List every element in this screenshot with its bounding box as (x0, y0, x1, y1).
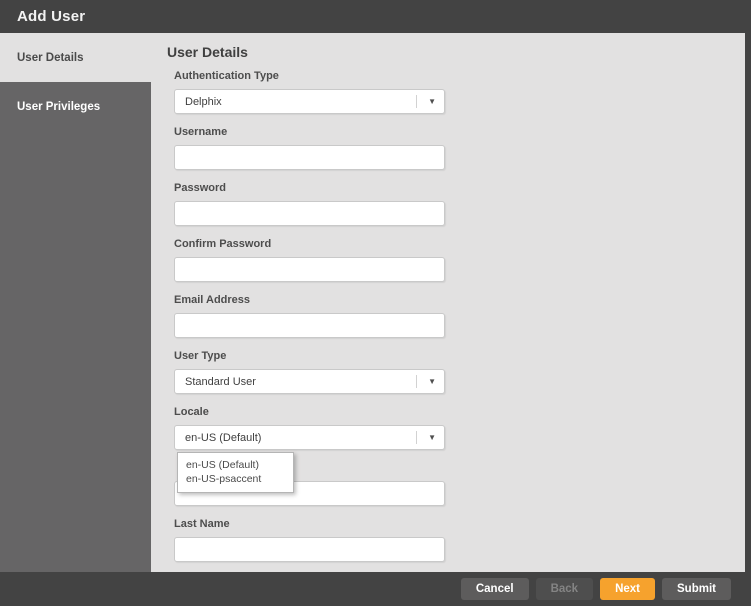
locale-select[interactable]: en-US (Default) ▼ en-US (Default) en-US-… (174, 425, 445, 493)
password-input[interactable] (174, 201, 445, 226)
sidebar-item-label: User Details (17, 51, 84, 64)
user-type-label: User Type (174, 350, 227, 362)
authentication-type-label: Authentication Type (174, 70, 279, 82)
password-label: Password (174, 182, 226, 194)
field-password: Password (174, 182, 745, 226)
field-user-type: User Type Standard User ▼ (174, 350, 745, 394)
last-name-label: Last Name (174, 518, 230, 530)
chevron-down-icon: ▼ (428, 432, 436, 442)
select-divider (416, 375, 417, 388)
confirm-password-label: Confirm Password (174, 238, 272, 250)
user-details-panel: User Details Authentication Type Delphix… (151, 33, 745, 572)
submit-button[interactable]: Submit (662, 578, 731, 600)
locale-option[interactable]: en-US-psaccent (178, 472, 293, 486)
chevron-down-icon: ▼ (428, 96, 436, 106)
chevron-down-icon: ▼ (428, 376, 436, 386)
locale-label: Locale (174, 406, 209, 418)
username-label: Username (174, 126, 228, 138)
dialog-body: User Details User Privileges User Detail… (0, 33, 745, 572)
user-type-select[interactable]: Standard User ▼ (174, 369, 445, 394)
locale-value: en-US (Default) (185, 431, 262, 444)
dialog-title: Add User (17, 8, 86, 25)
last-name-input[interactable] (174, 537, 445, 562)
authentication-type-select[interactable]: Delphix ▼ (174, 89, 445, 114)
wizard-sidebar: User Details User Privileges (0, 33, 151, 572)
sidebar-item-user-details[interactable]: User Details (0, 33, 151, 82)
dialog-header: Add User (0, 0, 751, 33)
authentication-type-value: Delphix (185, 95, 222, 108)
dialog-footer: Cancel Back Next Submit (0, 572, 751, 606)
sidebar-item-label: User Privileges (17, 100, 101, 113)
field-username: Username (174, 126, 745, 170)
username-input[interactable] (174, 145, 445, 170)
locale-option[interactable]: en-US (Default) (178, 458, 293, 472)
field-confirm-password: Confirm Password (174, 238, 745, 282)
user-details-form: Authentication Type Delphix ▼ Username P… (174, 70, 745, 562)
confirm-password-input[interactable] (174, 257, 445, 282)
field-locale: Locale en-US (Default) ▼ en-US (Default)… (174, 406, 745, 493)
next-button[interactable]: Next (600, 578, 656, 600)
email-address-input[interactable] (174, 313, 445, 338)
select-divider (416, 431, 417, 444)
field-last-name: Last Name (174, 518, 745, 562)
email-address-label: Email Address (174, 294, 251, 306)
user-type-value: Standard User (185, 375, 256, 388)
sidebar-item-user-privileges[interactable]: User Privileges (0, 82, 151, 131)
back-button[interactable]: Back (535, 578, 594, 600)
cancel-button[interactable]: Cancel (460, 578, 529, 600)
field-email-address: Email Address (174, 294, 745, 338)
locale-dropdown-popup: en-US (Default) en-US-psaccent (177, 452, 294, 493)
select-divider (416, 95, 417, 108)
field-authentication-type: Authentication Type Delphix ▼ (174, 70, 745, 114)
panel-heading: User Details (167, 44, 248, 60)
